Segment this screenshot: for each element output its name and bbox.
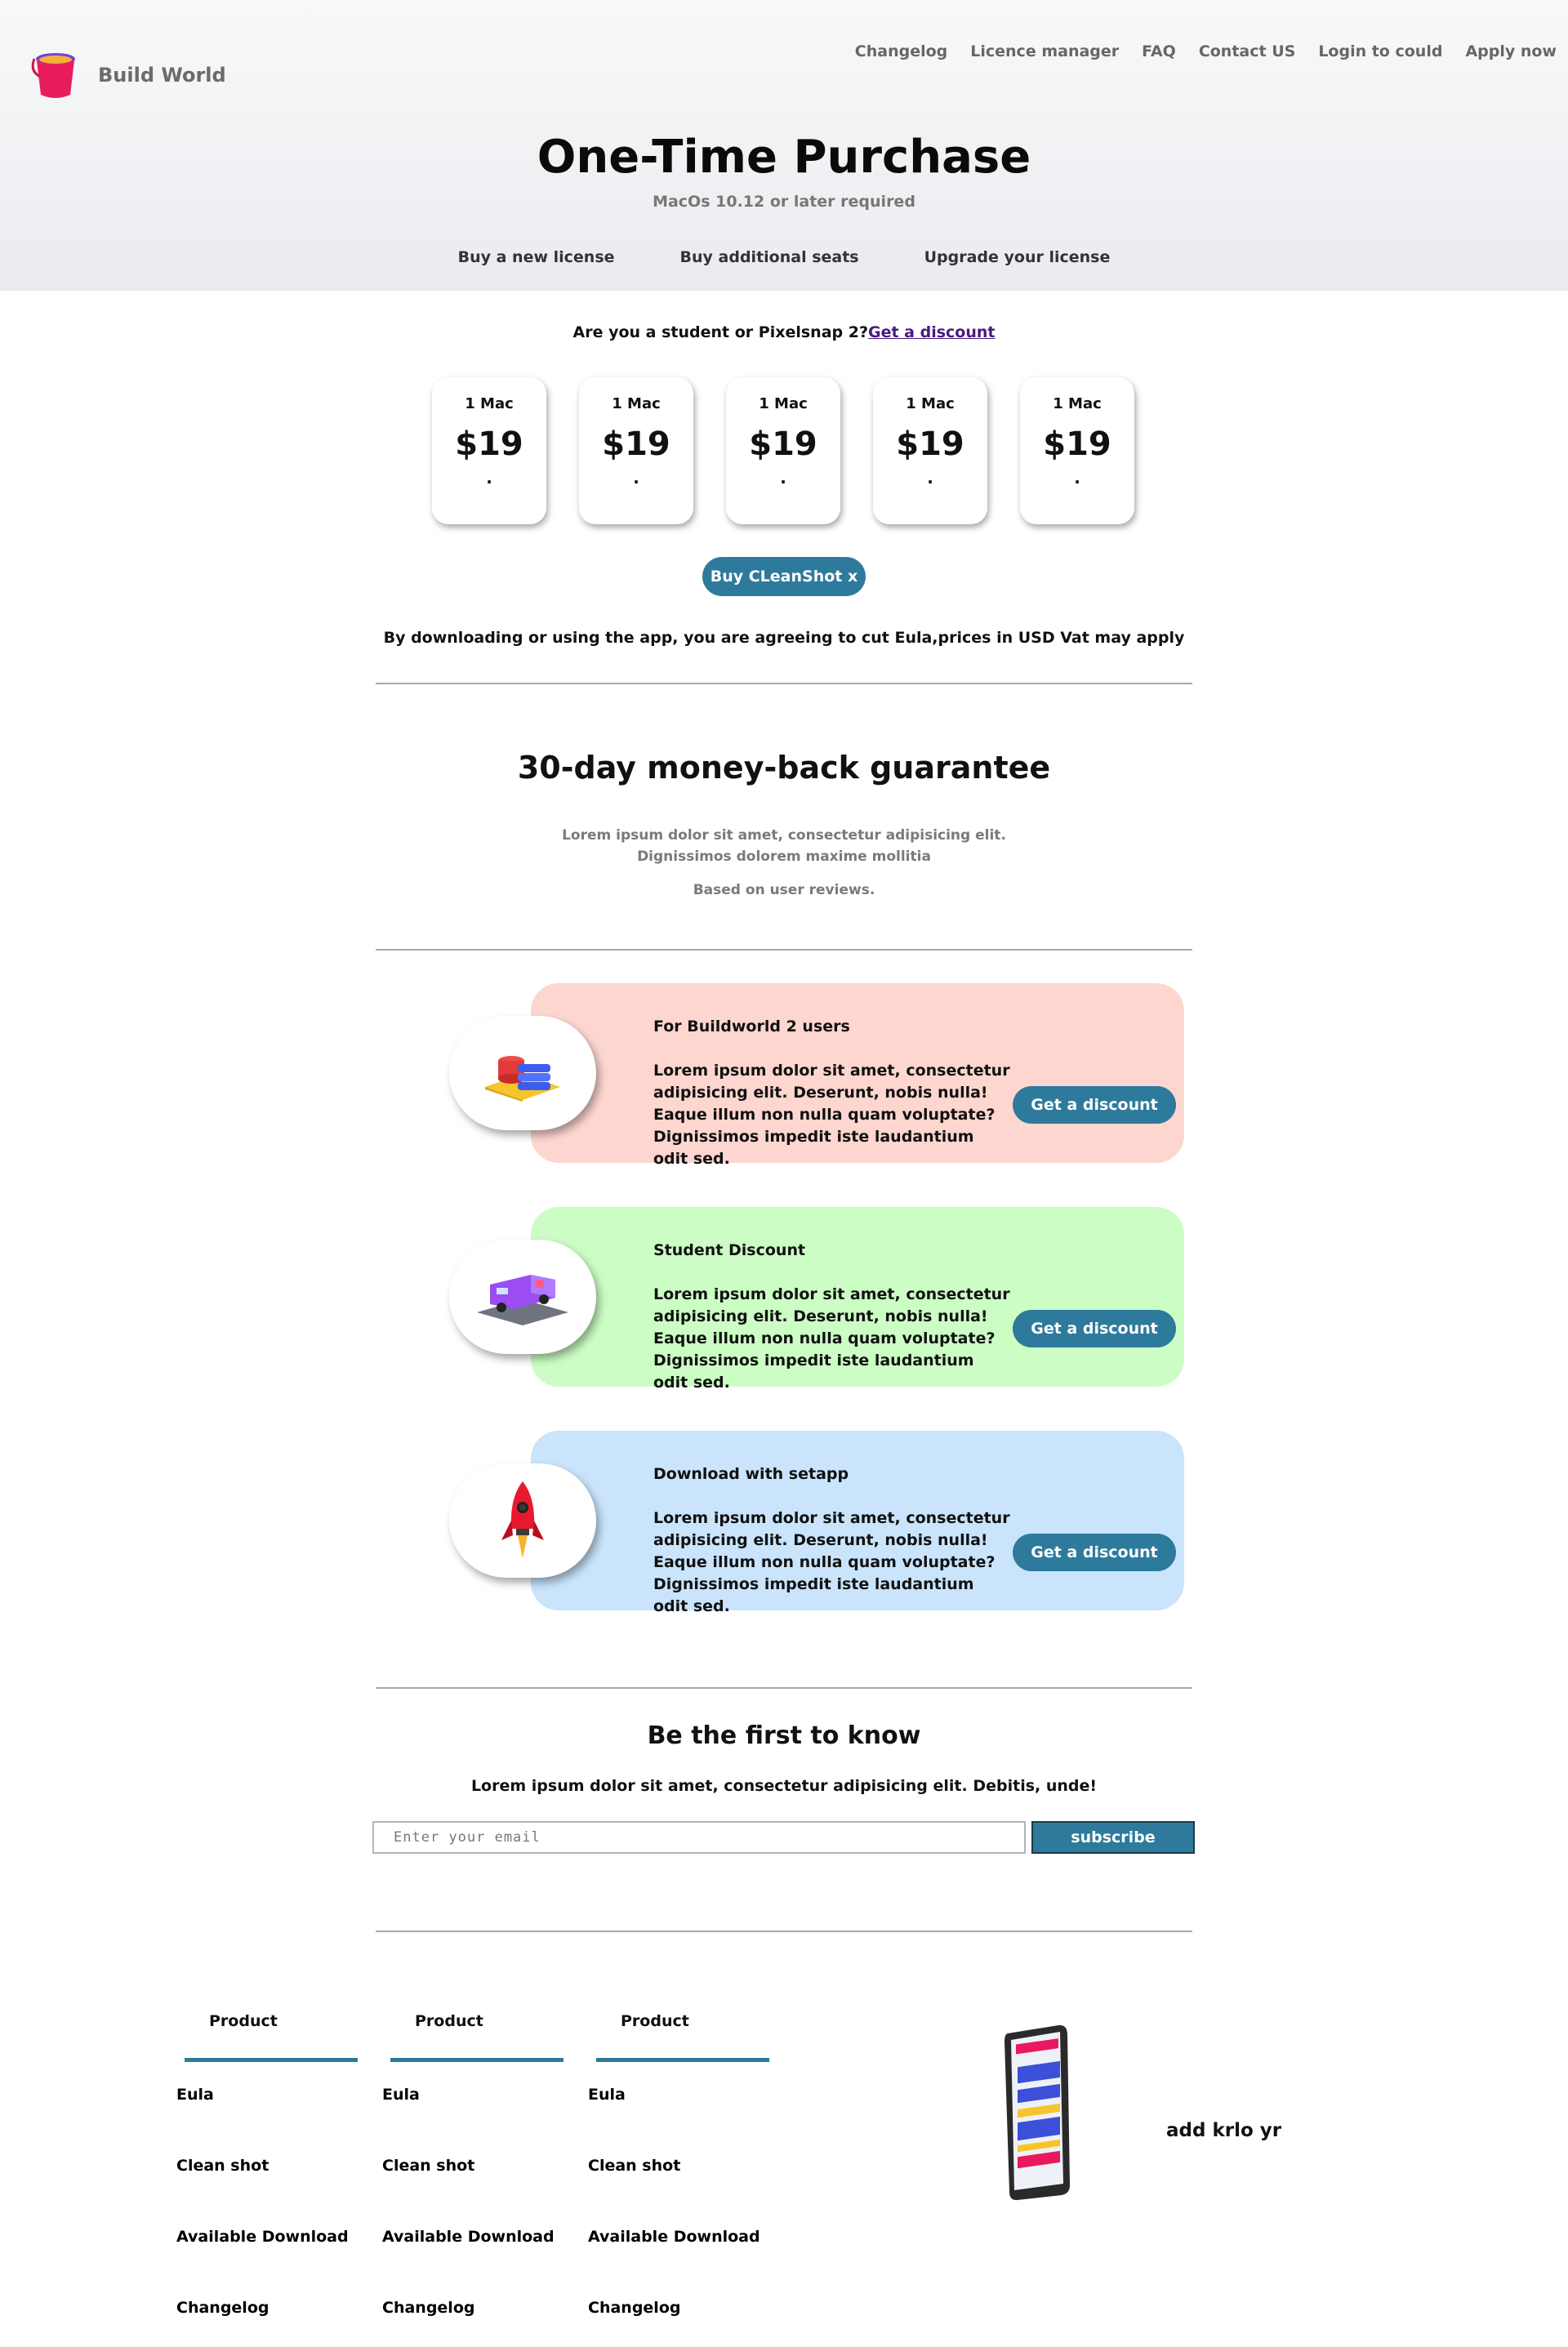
page-subtitle: MacOs 10.12 or later required xyxy=(653,193,915,211)
nav-faq[interactable]: FAQ xyxy=(1142,42,1176,60)
nav-licence-manager[interactable]: Licence manager xyxy=(970,42,1119,60)
price-card-note: . xyxy=(486,468,492,488)
footer-link-available-download[interactable]: Available Download xyxy=(382,2228,555,2246)
footer-link-eula[interactable]: Eula xyxy=(176,2086,214,2104)
price-card-label: 1 Mac xyxy=(1053,395,1102,412)
footer-link-available-download[interactable]: Available Download xyxy=(588,2228,760,2246)
student-prompt: Are you a student or Pixelsnap 2? xyxy=(572,323,868,341)
subscribe-button[interactable]: subscribe xyxy=(1031,1821,1195,1854)
offer-title: Student Discount xyxy=(653,1241,806,1259)
divider xyxy=(376,1931,1192,1932)
price-card-label: 1 Mac xyxy=(465,395,514,412)
agreement-text: By downloading or using the app, you are… xyxy=(383,629,1185,647)
price-card[interactable]: 1 Mac $19 . xyxy=(873,377,987,524)
guarantee-description: Lorem ipsum dolor sit amet, consectetur … xyxy=(0,825,1568,867)
nav-login[interactable]: Login to could xyxy=(1318,42,1442,60)
guarantee-title: 30-day money-back guarantee xyxy=(517,750,1051,786)
footer-side-text: add krlo yr xyxy=(1166,2120,1282,2141)
price-card-note: . xyxy=(1074,468,1080,488)
hero-section: Build World Changelog Licence manager FA… xyxy=(0,0,1568,291)
footer-column-title: Product xyxy=(209,2012,278,2030)
offer-card-buildworld: For Buildworld 2 users Lorem ipsum dolor… xyxy=(449,983,1184,1168)
brand-name[interactable]: Build World xyxy=(98,64,226,87)
price-card-price: $19 xyxy=(602,425,670,463)
price-card[interactable]: 1 Mac $19 . xyxy=(1020,377,1134,524)
guarantee-note: Based on user reviews. xyxy=(693,882,875,898)
price-card-note: . xyxy=(780,468,786,488)
nav-apply-now[interactable]: Apply now xyxy=(1465,42,1557,60)
price-card-label: 1 Mac xyxy=(612,395,661,412)
rocket-icon xyxy=(501,1481,544,1558)
price-card[interactable]: 1 Mac $19 . xyxy=(579,377,693,524)
offer-title: For Buildworld 2 users xyxy=(653,1018,850,1035)
offer-text: Lorem ipsum dolor sit amet, consectetur … xyxy=(653,1509,1010,1615)
price-card-note: . xyxy=(927,468,933,488)
offer-card-setapp: Download with setapp Lorem ipsum dolor s… xyxy=(449,1431,1184,1615)
price-card-price: $19 xyxy=(749,425,817,463)
price-card[interactable]: 1 Mac $19 . xyxy=(432,377,546,524)
get-discount-button[interactable]: Get a discount xyxy=(1013,1310,1176,1347)
price-card-note: . xyxy=(633,468,639,488)
offer-title: Download with setapp xyxy=(653,1465,849,1483)
price-card-price: $19 xyxy=(455,425,523,463)
nav-changelog[interactable]: Changelog xyxy=(855,42,947,60)
footer-link-clean-shot[interactable]: Clean shot xyxy=(176,2157,269,2175)
guarantee-line-2: Dignissimos dolorem maxime mollitia xyxy=(637,848,931,865)
footer-link-changelog[interactable]: Changelog xyxy=(176,2299,269,2317)
price-card-label: 1 Mac xyxy=(906,395,955,412)
offer-icon-wrap xyxy=(449,1463,596,1578)
buy-cleanshot-button[interactable]: Buy CLeanShot x xyxy=(702,557,866,596)
top-nav: Changelog Licence manager FAQ Contact US… xyxy=(855,42,1557,60)
tab-buy-additional-seats[interactable]: Buy additional seats xyxy=(680,248,859,266)
footer-link-clean-shot[interactable]: Clean shot xyxy=(382,2157,474,2175)
student-discount-link[interactable]: Get a discount xyxy=(868,323,996,341)
email-input[interactable] xyxy=(372,1821,1026,1854)
price-cards: 1 Mac $19 . 1 Mac $19 . 1 Mac $19 . 1 Ma… xyxy=(432,377,1136,524)
footer-column-underline xyxy=(185,2058,358,2062)
offer-icon-wrap xyxy=(449,1016,596,1130)
footer-link-eula[interactable]: Eula xyxy=(588,2086,626,2104)
offer-icon-wrap xyxy=(449,1240,596,1354)
price-card-label: 1 Mac xyxy=(759,395,808,412)
bucket-logo-icon[interactable] xyxy=(31,47,80,101)
footer-link-clean-shot[interactable]: Clean shot xyxy=(588,2157,680,2175)
price-card-price: $19 xyxy=(1043,425,1111,463)
offer-text: Lorem ipsum dolor sit amet, consectetur … xyxy=(653,1285,1010,1392)
newsletter-title: Be the first to know xyxy=(647,1721,921,1750)
footer-column-underline xyxy=(390,2058,564,2062)
get-discount-button[interactable]: Get a discount xyxy=(1013,1086,1176,1124)
price-card[interactable]: 1 Mac $19 . xyxy=(726,377,840,524)
nav-contact-us[interactable]: Contact US xyxy=(1199,42,1296,60)
guarantee-line-1: Lorem ipsum dolor sit amet, consectetur … xyxy=(562,827,1006,844)
tab-buy-new-license[interactable]: Buy a new license xyxy=(458,248,615,266)
price-card-price: $19 xyxy=(896,425,964,463)
license-tabs: Buy a new license Buy additional seats U… xyxy=(0,248,1568,266)
divider xyxy=(376,1687,1192,1689)
footer-column-underline xyxy=(596,2058,769,2062)
get-discount-button[interactable]: Get a discount xyxy=(1013,1534,1176,1571)
ambulance-icon xyxy=(477,1275,568,1325)
footer-link-eula[interactable]: Eula xyxy=(382,2086,420,2104)
offer-card-student: Student Discount Lorem ipsum dolor sit a… xyxy=(449,1207,1184,1392)
smartphone-icon xyxy=(1004,2024,1070,2201)
page-title: One-Time Purchase xyxy=(537,131,1031,184)
books-icon xyxy=(485,1056,560,1102)
student-discount-line: Are you a student or Pixelsnap 2?Get a d… xyxy=(0,323,1568,341)
offer-text: Lorem ipsum dolor sit amet, consectetur … xyxy=(653,1062,1010,1168)
divider xyxy=(376,949,1192,951)
divider xyxy=(376,683,1192,684)
footer-column-title: Product xyxy=(415,2012,483,2030)
footer-link-changelog[interactable]: Changelog xyxy=(382,2299,474,2317)
newsletter-text: Lorem ipsum dolor sit amet, consectetur … xyxy=(470,1777,1098,1795)
footer-column-title: Product xyxy=(621,2012,689,2030)
footer-link-changelog[interactable]: Changelog xyxy=(588,2299,680,2317)
tab-upgrade-license[interactable]: Upgrade your license xyxy=(924,248,1111,266)
footer-link-available-download[interactable]: Available Download xyxy=(176,2228,349,2246)
